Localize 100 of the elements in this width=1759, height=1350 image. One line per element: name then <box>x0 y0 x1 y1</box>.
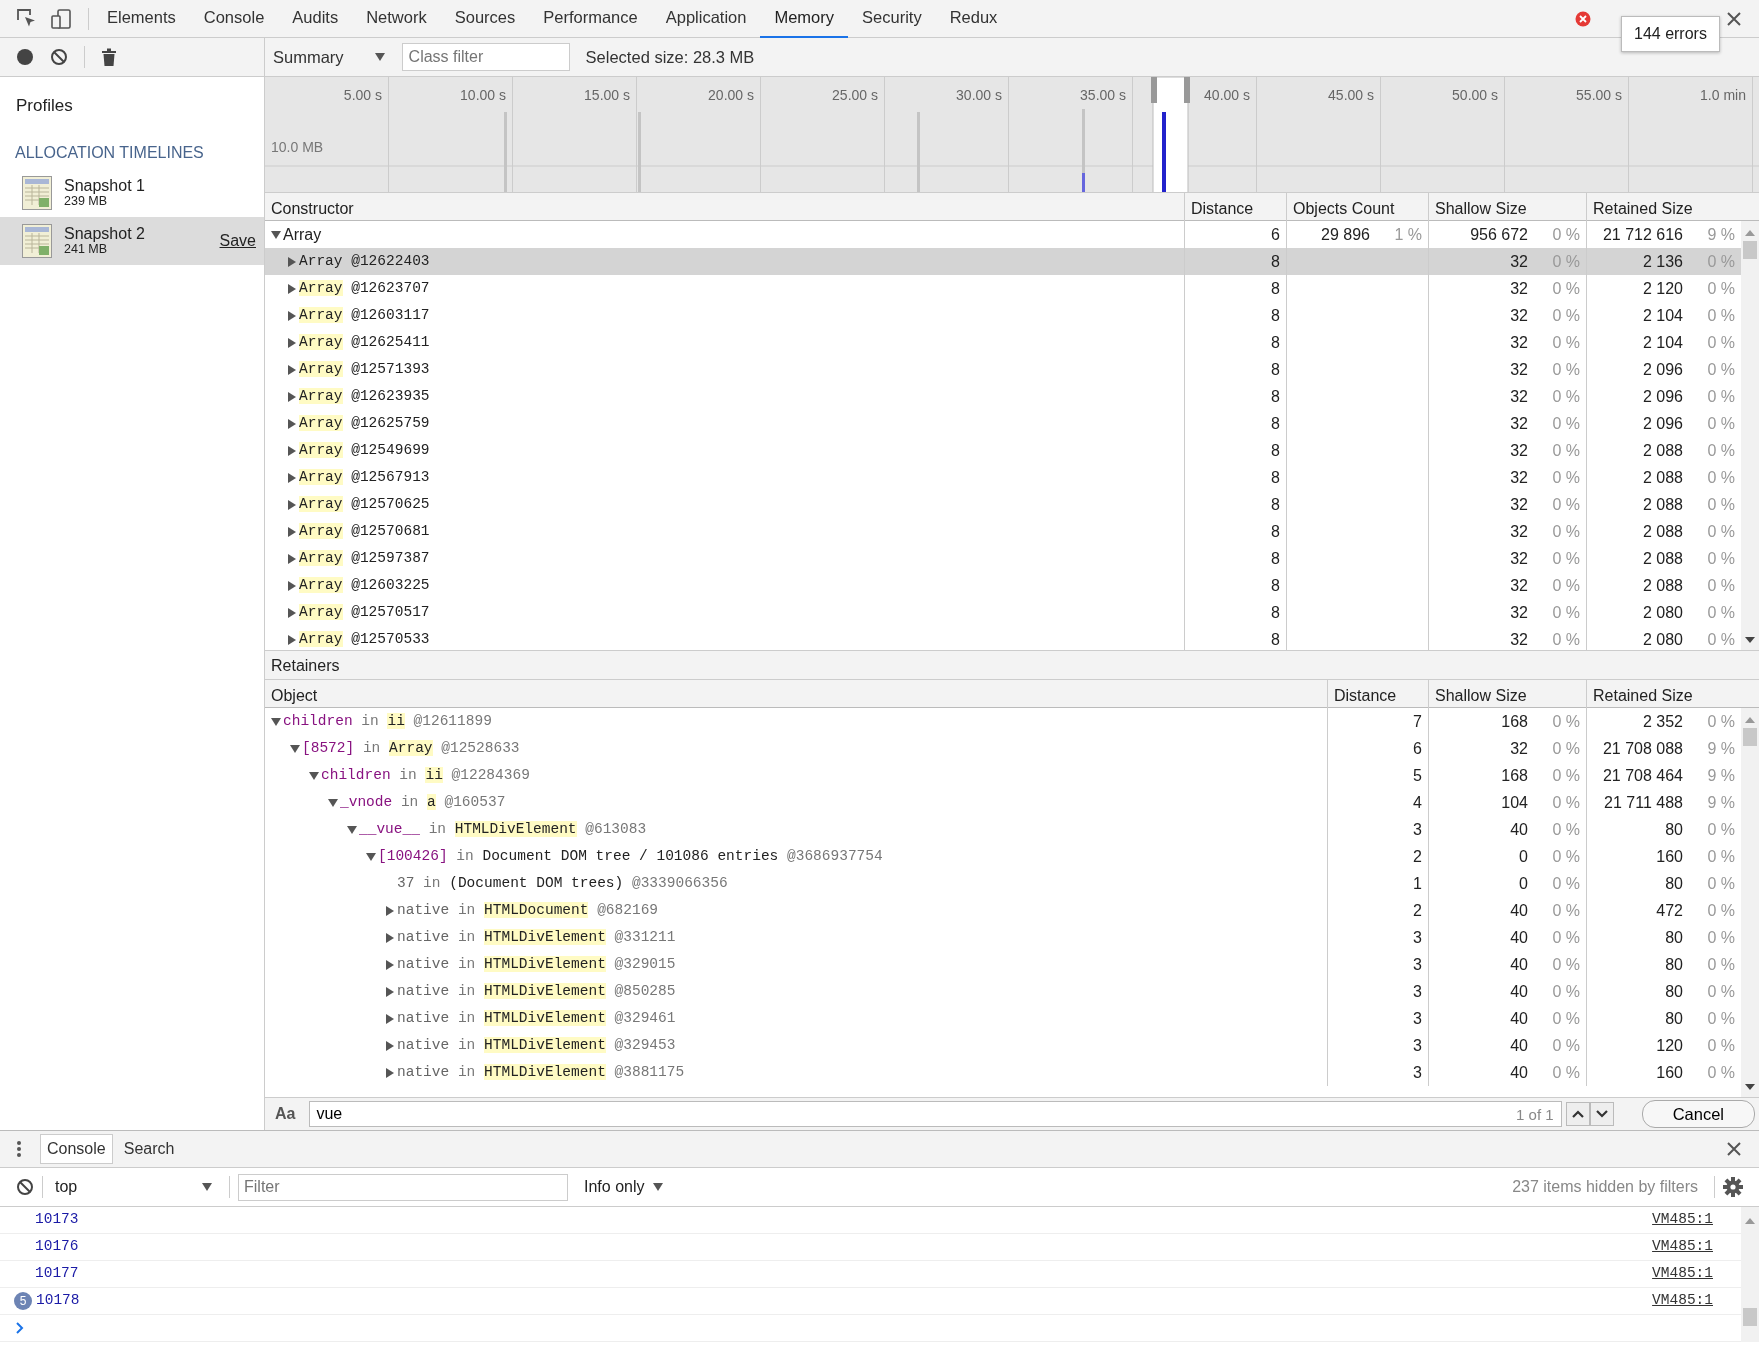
panel-tab[interactable]: Performance <box>529 0 652 38</box>
table-row[interactable]: Array @12570681 8 32 0 % 2 088 0 % <box>265 518 1741 545</box>
panel-tab[interactable]: Console <box>189 0 279 38</box>
clear-icon[interactable] <box>50 48 68 66</box>
column-header[interactable]: Shallow Size <box>1428 193 1586 225</box>
collapsed-arrow-icon[interactable] <box>287 256 297 267</box>
collapsed-arrow-icon[interactable] <box>287 418 297 429</box>
column-header[interactable]: Objects Count <box>1286 193 1428 225</box>
table-row[interactable]: Array @12623935 8 32 0 % 2 096 0 % <box>265 383 1741 410</box>
close-icon[interactable] <box>1725 1140 1743 1158</box>
snapshot-item[interactable]: Snapshot 1 239 MB <box>0 168 264 217</box>
more-options-icon[interactable] <box>16 1140 22 1158</box>
expanded-arrow-icon[interactable] <box>271 716 281 727</box>
clear-console-icon[interactable] <box>16 1178 34 1196</box>
collapsed-arrow-icon[interactable] <box>385 932 395 943</box>
retained-size-value: 2 096 <box>1642 386 1683 407</box>
table-row[interactable]: Array @12549699 8 32 0 % 2 088 0 % <box>265 437 1741 464</box>
table-row[interactable]: Array @12597387 8 32 0 % 2 088 0 % <box>265 545 1741 572</box>
collapsed-arrow-icon[interactable] <box>287 553 297 564</box>
close-icon[interactable] <box>1725 9 1743 28</box>
collapsed-arrow-icon[interactable] <box>287 364 297 375</box>
object-name: Array @12567913 <box>299 467 430 487</box>
source-link[interactable]: VM485:1 <box>1652 1209 1713 1231</box>
collapsed-arrow-icon[interactable] <box>287 472 297 483</box>
scrollbar[interactable] <box>1741 1207 1759 1342</box>
table-row[interactable]: Array @12622403 8 32 0 % 2 136 0 % <box>265 248 1741 275</box>
panel-tab[interactable]: Redux <box>935 0 1012 38</box>
table-row[interactable]: Array @12570625 8 32 0 % 2 088 0 % <box>265 491 1741 518</box>
cancel-button[interactable]: Cancel <box>1641 1100 1755 1128</box>
collapsed-arrow-icon[interactable] <box>287 283 297 294</box>
collapsed-arrow-icon[interactable] <box>385 986 395 997</box>
expanded-arrow-icon[interactable] <box>347 824 357 835</box>
device-toolbar-icon[interactable] <box>50 7 72 30</box>
collapsed-arrow-icon[interactable] <box>287 337 297 348</box>
match-case-button[interactable]: Aa <box>265 1102 306 1126</box>
column-header[interactable]: Distance <box>1327 680 1428 712</box>
error-icon[interactable] <box>1575 10 1591 27</box>
collapsed-arrow-icon[interactable] <box>287 445 297 456</box>
scroll-thumb[interactable] <box>1743 241 1757 259</box>
record-icon[interactable] <box>16 48 34 66</box>
source-link[interactable]: VM485:1 <box>1652 1236 1713 1258</box>
save-link[interactable]: Save <box>219 228 256 253</box>
scroll-thumb[interactable] <box>1743 728 1757 746</box>
source-link[interactable]: VM485:1 <box>1652 1263 1713 1285</box>
table-row[interactable]: Array @12570517 8 32 0 % 2 080 0 % <box>265 599 1741 626</box>
table-row[interactable]: Array @12571393 8 32 0 % 2 096 0 % <box>265 356 1741 383</box>
time-tick-label: 10.00 s <box>460 87 506 103</box>
table-row[interactable]: Array @12625411 8 32 0 % 2 104 0 % <box>265 329 1741 356</box>
collapsed-arrow-icon[interactable] <box>287 391 297 402</box>
next-match-button[interactable] <box>1589 1102 1614 1126</box>
filter-field[interactable]: Filter <box>238 1173 568 1201</box>
panel-tab[interactable]: Security <box>848 0 936 38</box>
collapsed-arrow-icon[interactable] <box>385 959 395 970</box>
drawer-tab[interactable]: Search <box>116 1134 182 1164</box>
expanded-arrow-icon[interactable] <box>271 229 281 240</box>
source-link[interactable]: VM485:1 <box>1652 1290 1713 1312</box>
retained-size-percent: 0 % <box>1706 332 1735 353</box>
table-row[interactable]: Array @12603117 8 32 0 % 2 104 0 % <box>265 302 1741 329</box>
expanded-arrow-icon[interactable] <box>366 851 376 862</box>
table-row[interactable]: Array @12623707 8 32 0 % 2 120 0 % <box>265 275 1741 302</box>
log-level-selector[interactable]: Info only <box>584 1175 665 1199</box>
previous-match-button[interactable] <box>1565 1102 1590 1126</box>
collapsed-arrow-icon[interactable] <box>287 526 297 537</box>
table-row[interactable]: Array @12625759 8 32 0 % 2 096 0 % <box>265 410 1741 437</box>
collapsed-arrow-icon[interactable] <box>385 1013 395 1024</box>
column-header[interactable]: Shallow Size <box>1428 680 1586 712</box>
collapsed-arrow-icon[interactable] <box>385 1067 395 1078</box>
panel-tab[interactable]: Application <box>651 0 761 38</box>
collapsed-arrow-icon[interactable] <box>287 310 297 321</box>
expanded-arrow-icon[interactable] <box>290 743 300 754</box>
collapsed-arrow-icon[interactable] <box>287 607 297 618</box>
trash-icon[interactable] <box>101 48 117 66</box>
collapsed-arrow-icon[interactable] <box>385 905 395 916</box>
retained-size-value: 80 <box>1665 954 1683 975</box>
collapsed-arrow-icon[interactable] <box>287 580 297 591</box>
panel-tab[interactable]: Elements <box>93 0 190 38</box>
expanded-arrow-icon[interactable] <box>328 797 338 808</box>
collapsed-arrow-icon[interactable] <box>385 1040 395 1051</box>
table-row[interactable]: Array @12567913 8 32 0 % 2 088 0 % <box>265 464 1741 491</box>
column-header[interactable]: Object <box>265 680 1327 712</box>
column-header[interactable]: Distance <box>1184 193 1286 225</box>
scrollbar[interactable] <box>1741 708 1759 1097</box>
table-row[interactable]: Array @12603225 8 32 0 % 2 088 0 % <box>265 572 1741 599</box>
scrollbar[interactable] <box>1741 221 1759 650</box>
settings-icon[interactable] <box>1723 1177 1743 1197</box>
panel-tab[interactable]: Audits <box>278 0 353 38</box>
scroll-thumb[interactable] <box>1743 1308 1757 1326</box>
expanded-arrow-icon[interactable] <box>309 770 319 781</box>
class-filter-field[interactable]: Class filter <box>401 43 570 71</box>
panel-tab[interactable]: Sources <box>440 0 530 38</box>
context-selector[interactable]: top <box>51 1175 221 1199</box>
scroll-down-icon[interactable] <box>1745 1083 1755 1091</box>
snapshot-item[interactable]: Snapshot 2 241 MB Save <box>0 216 264 265</box>
panel-tab[interactable]: Network <box>352 0 441 38</box>
scroll-down-icon[interactable] <box>1745 636 1755 644</box>
column-header[interactable]: Constructor <box>265 193 1184 225</box>
collapsed-arrow-icon[interactable] <box>287 499 297 510</box>
drawer-tab[interactable]: Console <box>40 1134 113 1164</box>
collapsed-arrow-icon[interactable] <box>287 634 297 645</box>
view-dropdown[interactable]: Summary <box>273 44 386 70</box>
